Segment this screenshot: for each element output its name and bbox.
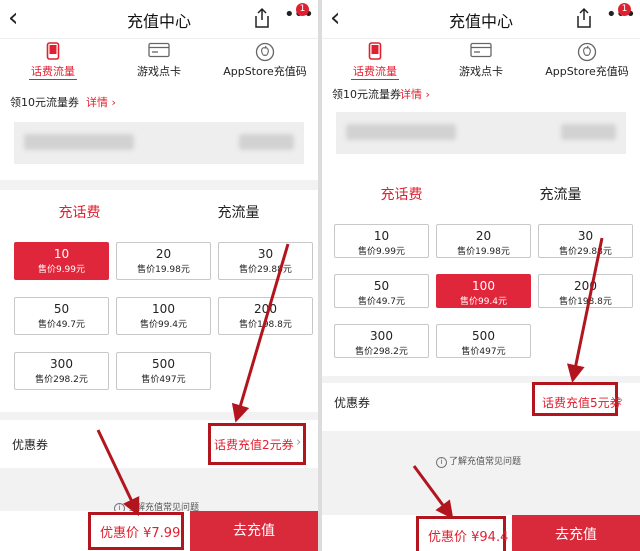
screen-right: ‹ 充值中心 ••• 1 话费流量 游戏点卡 AppStore充值码 领10元流… <box>322 0 640 551</box>
screen-left: ‹ 充值中心 ••• 1 话费流量 游戏点卡 AppStore充值码 领10元流… <box>0 0 318 551</box>
annotation-arrows <box>412 237 604 520</box>
annotation-arrows <box>96 243 290 517</box>
